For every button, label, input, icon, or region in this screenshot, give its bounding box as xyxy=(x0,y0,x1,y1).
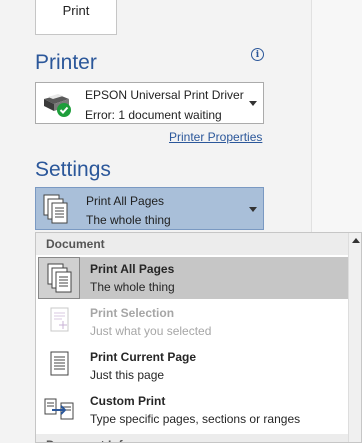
print-range-title: Print All Pages xyxy=(86,194,165,208)
printer-icon xyxy=(41,89,73,119)
multi-page-icon xyxy=(38,257,80,299)
printer-select[interactable]: EPSON Universal Print Driver Error: 1 do… xyxy=(35,82,264,124)
custom-print-icon xyxy=(38,389,80,431)
dropdown-group-header: Document xyxy=(36,233,348,255)
menu-item-title: Print Current Page xyxy=(90,350,197,364)
printer-status: Error: 1 document waiting xyxy=(85,108,222,122)
print-range-dropdown: Document Print All Pages The whole thing xyxy=(35,232,362,443)
menu-item-subtitle: Just what you selected xyxy=(90,324,212,338)
chevron-down-icon xyxy=(249,101,257,106)
menu-item-print-selection: Print Selection Just what you selected xyxy=(38,301,348,343)
menu-item-subtitle: The whole thing xyxy=(90,280,175,294)
printer-properties-link[interactable]: Printer Properties xyxy=(169,130,262,144)
info-icon[interactable]: i xyxy=(251,48,264,61)
print-button-label: Print xyxy=(62,3,90,18)
menu-item-title: Print Selection xyxy=(90,306,175,320)
selection-icon xyxy=(38,301,80,343)
settings-section-title: Settings xyxy=(35,158,111,181)
single-page-icon xyxy=(38,345,80,387)
dropdown-group-header-document-info: Document Info xyxy=(36,434,348,442)
menu-item-title: Print All Pages xyxy=(90,262,175,276)
menu-item-subtitle: Type specific pages, sections or ranges xyxy=(90,412,301,426)
print-range-subtitle: The whole thing xyxy=(86,213,171,227)
print-button[interactable]: Print xyxy=(35,0,117,35)
menu-item-title: Custom Print xyxy=(90,394,166,408)
print-range-select[interactable]: Print All Pages The whole thing xyxy=(35,187,264,230)
menu-item-subtitle: Just this page xyxy=(90,368,165,382)
menu-item-print-all-pages[interactable]: Print All Pages The whole thing xyxy=(38,257,348,299)
multi-page-icon xyxy=(43,194,71,226)
dropdown-scrollbar[interactable] xyxy=(348,233,361,442)
menu-item-custom-print[interactable]: Custom Print Type specific pages, sectio… xyxy=(38,389,348,431)
printer-section-title: Printer xyxy=(35,51,97,74)
printer-name: EPSON Universal Print Driver xyxy=(85,88,244,102)
chevron-down-icon xyxy=(249,207,257,212)
menu-item-print-current-page[interactable]: Print Current Page Just this page xyxy=(38,345,348,387)
scroll-up-icon[interactable] xyxy=(352,238,360,243)
